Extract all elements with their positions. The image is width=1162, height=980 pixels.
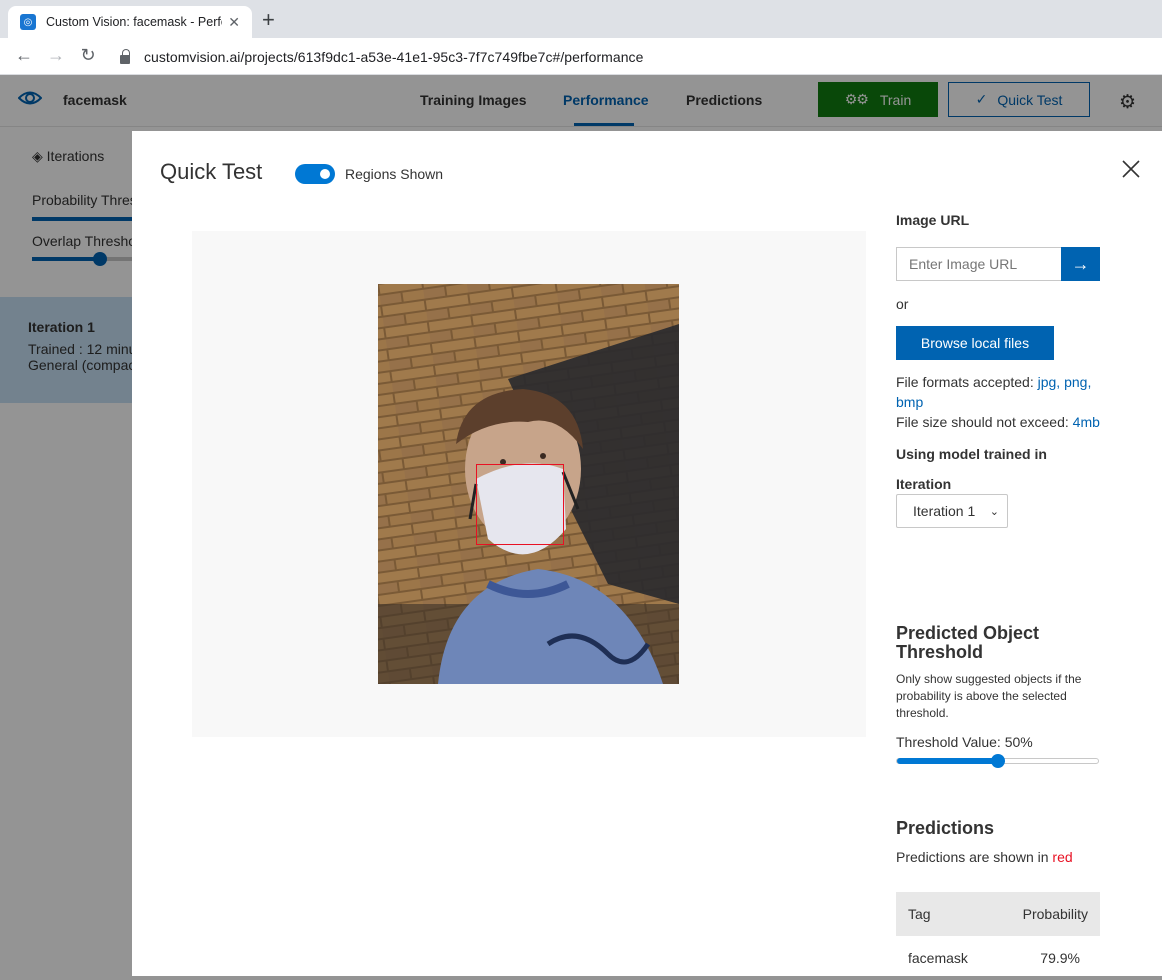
- reload-icon[interactable]: ↻: [77, 45, 99, 66]
- url-bar[interactable]: customvision.ai/projects/613f9dc1-a53e-4…: [110, 43, 1160, 71]
- row-tag: facemask: [908, 950, 968, 966]
- new-tab-icon[interactable]: +: [262, 9, 275, 31]
- browser-tab[interactable]: ◎ Custom Vision: facemask - Perfor ✕: [8, 6, 252, 38]
- threshold-title: Predicted Object Threshold: [896, 623, 1040, 662]
- iteration-select-value: Iteration 1: [913, 503, 976, 519]
- regions-shown-label: Regions Shown: [345, 166, 444, 182]
- file-size-value: 4mb: [1072, 414, 1100, 430]
- threshold-slider[interactable]: [896, 754, 1099, 768]
- forward-icon[interactable]: →: [45, 45, 67, 66]
- header-probability: Probability: [1022, 906, 1088, 922]
- file-size-prefix: File size should not exceed:: [896, 414, 1073, 430]
- chevron-down-icon: ⌄: [989, 506, 999, 518]
- dialog-title: Quick Test: [160, 159, 263, 184]
- image-preview-area: [192, 231, 866, 737]
- customvision-favicon-icon: ◎: [20, 14, 36, 30]
- quick-test-dialog: Quick Test Regions Shown Image URL Enter…: [132, 131, 1162, 976]
- tab-close-icon[interactable]: ✕: [228, 14, 240, 31]
- image-url-input[interactable]: [896, 247, 1062, 281]
- regions-shown-toggle[interactable]: [295, 164, 335, 184]
- predictions-title: Predictions: [896, 818, 995, 838]
- arrow-right-icon: →: [1071, 253, 1090, 274]
- file-formats-text: File formats accepted: jpg, png, bmp: [896, 372, 1100, 412]
- iteration-label: Iteration: [896, 476, 952, 492]
- submit-url-button[interactable]: →: [1061, 247, 1100, 281]
- file-size-text: File size should not exceed: 4mb: [896, 412, 1100, 432]
- url-text: customvision.ai/projects/613f9dc1-a53e-4…: [144, 49, 644, 65]
- header-tag: Tag: [908, 906, 931, 922]
- predictions-note-prefix: Predictions are shown in: [896, 849, 1053, 865]
- browse-local-files-button[interactable]: Browse local files: [896, 326, 1054, 360]
- predictions-note-color: red: [1052, 849, 1073, 865]
- predictions-note: Predictions are shown in red: [896, 847, 1073, 867]
- lock-icon: [120, 48, 130, 64]
- address-bar: ← → ↻ customvision.ai/projects/613f9dc1-…: [0, 38, 1162, 75]
- tab-title: Custom Vision: facemask - Perfor: [46, 15, 222, 29]
- browser-tabstrip: ◎ Custom Vision: facemask - Perfor ✕ +: [0, 0, 1162, 38]
- threshold-slider-thumb[interactable]: [990, 754, 1005, 768]
- iteration-select[interactable]: Iteration 1 ⌄: [896, 494, 1008, 528]
- image-url-label: Image URL: [896, 212, 970, 228]
- row-probability: 79.9%: [1040, 950, 1080, 966]
- test-image: [378, 284, 679, 684]
- predictions-table: Tag Probability facemask 79.9%: [896, 892, 1100, 980]
- table-header: Tag Probability: [896, 892, 1100, 936]
- prediction-region-box: [476, 464, 564, 545]
- back-icon[interactable]: ←: [13, 45, 35, 66]
- close-icon[interactable]: [1119, 157, 1143, 181]
- threshold-description: Only show suggested objects if the proba…: [896, 672, 1082, 720]
- threshold-value-label: Threshold Value: 50%: [896, 734, 1033, 750]
- threshold-slider-fill: [897, 758, 998, 764]
- or-label: or: [896, 296, 909, 312]
- model-heading: Using model trained in: [896, 446, 1047, 462]
- file-formats-prefix: File formats accepted:: [896, 374, 1038, 390]
- table-row: facemask 79.9%: [896, 936, 1100, 980]
